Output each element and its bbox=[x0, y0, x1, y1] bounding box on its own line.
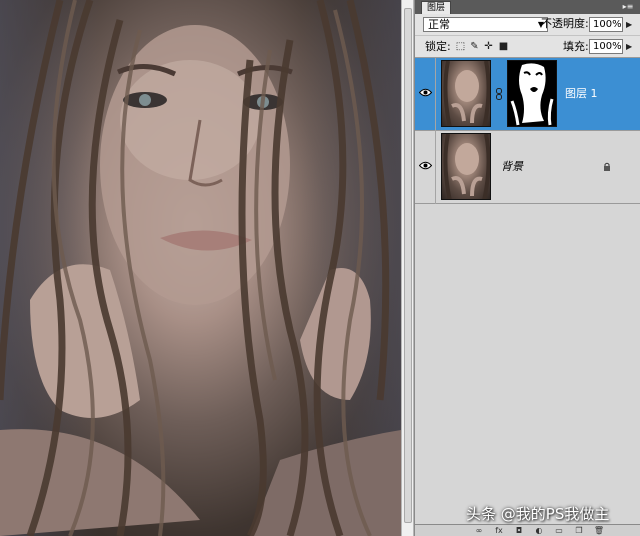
layer-name[interactable]: 背景 bbox=[501, 160, 523, 174]
fill-label: 填充: bbox=[563, 40, 589, 53]
layer-row-background[interactable]: 背景 bbox=[415, 131, 640, 204]
visibility-toggle[interactable] bbox=[415, 58, 436, 131]
lock-image-icon[interactable]: ✎ bbox=[469, 41, 480, 52]
layer-mask-thumbnail[interactable] bbox=[507, 60, 557, 127]
opacity-field[interactable]: 100% bbox=[589, 17, 623, 32]
lock-position-icon[interactable]: ✛ bbox=[483, 41, 494, 52]
layer-thumbnail[interactable] bbox=[441, 60, 491, 127]
panel-menu-icon[interactable]: ▸≡ bbox=[620, 2, 636, 12]
layer-name[interactable]: 图层 1 bbox=[565, 87, 598, 101]
opacity-label: 不透明度: bbox=[541, 17, 589, 30]
portrait-photo bbox=[0, 0, 401, 536]
scrollbar-thumb[interactable] bbox=[404, 8, 412, 523]
lock-row: 锁定: ⬚ ✎ ✛ ■ 填充: 100% ▶ bbox=[415, 36, 640, 58]
fx-icon[interactable]: fx bbox=[493, 526, 505, 536]
lock-icon bbox=[604, 162, 610, 171]
fill-field[interactable]: 100% bbox=[589, 39, 623, 54]
vertical-scrollbar[interactable] bbox=[401, 0, 414, 536]
trash-icon[interactable]: 🗑 bbox=[593, 526, 605, 536]
lock-transparent-icon[interactable]: ⬚ bbox=[455, 41, 466, 52]
panel-footer: ∞ fx ◘ ◐ ▭ ❐ 🗑 bbox=[415, 524, 640, 536]
opacity-arrow-icon[interactable]: ▶ bbox=[626, 20, 632, 29]
fill-arrow-icon[interactable]: ▶ bbox=[626, 42, 632, 51]
adjustment-icon[interactable]: ◐ bbox=[533, 526, 545, 536]
layers-panel: 图层 ▸≡ 正常 ▼ 不透明度: 100% ▶ 锁定: ⬚ ✎ ✛ ■ 填充: … bbox=[414, 0, 640, 536]
lock-all-icon[interactable]: ■ bbox=[498, 41, 509, 52]
layer-thumbnail[interactable] bbox=[441, 133, 491, 200]
layers-list: 图层 1 背景 bbox=[415, 58, 640, 524]
link-layers-icon[interactable]: ∞ bbox=[473, 526, 485, 536]
chain-icon[interactable] bbox=[495, 88, 503, 100]
blend-mode-select[interactable]: 正常 ▼ bbox=[423, 17, 548, 32]
new-layer-icon[interactable]: ❐ bbox=[573, 526, 585, 536]
layer-row-layer1[interactable]: 图层 1 bbox=[415, 58, 640, 131]
lock-label: 锁定: bbox=[425, 40, 451, 53]
blend-mode-value: 正常 bbox=[428, 18, 450, 31]
eye-icon bbox=[419, 161, 432, 170]
document-canvas[interactable] bbox=[0, 0, 401, 536]
panel-tab-bar: 图层 ▸≡ bbox=[415, 0, 640, 14]
blend-row: 正常 ▼ 不透明度: 100% ▶ bbox=[415, 14, 640, 36]
eye-icon bbox=[419, 88, 432, 97]
visibility-toggle[interactable] bbox=[415, 131, 436, 204]
watermark-text: 头条 @我的PS我做主 bbox=[466, 505, 610, 523]
mask-icon[interactable]: ◘ bbox=[513, 526, 525, 536]
tab-layers[interactable]: 图层 bbox=[421, 1, 451, 14]
group-icon[interactable]: ▭ bbox=[553, 526, 565, 536]
